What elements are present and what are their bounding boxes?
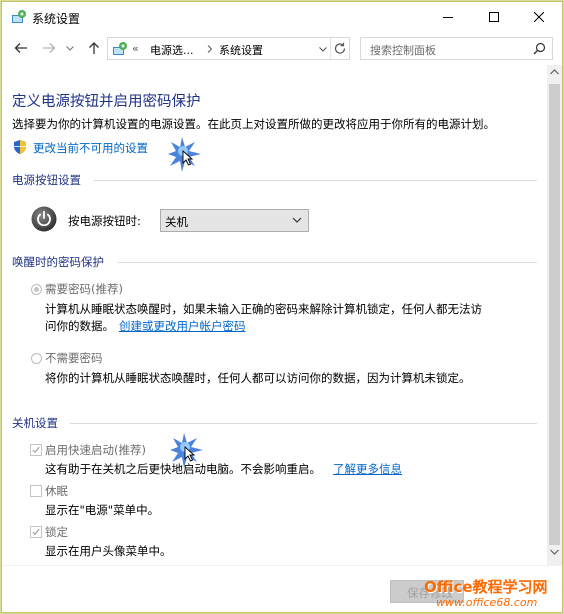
- cursor-highlight-icon: [170, 433, 203, 468]
- settings-content: 定义电源按钮并启用密码保护 选择要为你的计算机设置的电源设置。在此页上对设置所做…: [2, 65, 546, 565]
- change-unavailable-settings-link[interactable]: 更改当前不可用的设置: [33, 140, 148, 156]
- uac-shield-icon: [14, 140, 26, 154]
- require-password-label[interactable]: 需要密码(推荐): [45, 281, 123, 297]
- lock-label[interactable]: 锁定: [45, 524, 68, 540]
- no-password-description: 将你的计算机从睡眠状态唤醒时，任何人都可以访问你的数据，因为计算机未锁定。: [45, 371, 471, 385]
- chevron-down-icon: [292, 217, 302, 223]
- scroll-down-icon[interactable]: [550, 549, 559, 555]
- fast-startup-checkbox[interactable]: [30, 444, 42, 456]
- shutdown-settings-heading: 关机设置: [12, 416, 58, 430]
- maximize-button[interactable]: [471, 2, 517, 32]
- create-change-password-link[interactable]: 创建或更改用户帐户密码: [119, 318, 246, 334]
- section-divider: [70, 423, 537, 424]
- search-box[interactable]: 搜索控制面板: [360, 37, 553, 60]
- chevron-down-icon: [66, 46, 74, 51]
- breadcrumb-power-options[interactable]: 电源选...: [150, 42, 194, 58]
- watermark-logo: Office教程学习网: [424, 578, 548, 596]
- lock-checkbox[interactable]: [30, 526, 42, 538]
- chevron-down-icon: [319, 47, 327, 52]
- minimize-icon: [443, 17, 453, 18]
- no-password-label[interactable]: 不需要密码: [45, 350, 103, 366]
- minimize-button[interactable]: [425, 2, 471, 32]
- back-arrow-icon: [14, 43, 27, 53]
- section-divider: [118, 262, 537, 263]
- up-button[interactable]: [86, 40, 102, 56]
- hibernate-description: 显示在"电源"菜单中。: [45, 503, 160, 517]
- cursor-highlight-icon: [168, 137, 201, 172]
- search-icon[interactable]: [533, 42, 546, 55]
- power-button-icon: [31, 206, 57, 232]
- forward-arrow-icon: [43, 43, 56, 53]
- power-button-action-value: 关机: [165, 215, 188, 229]
- address-box[interactable]: « 电源选... 系统设置: [107, 37, 350, 60]
- checkmark-icon: [32, 446, 40, 454]
- page-title: 定义电源按钮并启用密码保护: [12, 94, 201, 110]
- fast-startup-label[interactable]: 启用快速启动(推荐): [45, 442, 146, 458]
- power-button-action-select[interactable]: 关机: [160, 209, 309, 232]
- checkmark-icon: [32, 528, 40, 536]
- lock-description: 显示在用户头像菜单中。: [45, 544, 172, 558]
- forward-button[interactable]: [41, 40, 57, 56]
- watermark-url: www.office68.com: [436, 596, 538, 609]
- close-icon: [534, 12, 544, 22]
- search-input[interactable]: 搜索控制面板: [370, 42, 436, 58]
- back-button[interactable]: [13, 40, 29, 56]
- breadcrumb-system-settings[interactable]: 系统设置: [219, 42, 263, 58]
- breadcrumb-separator-icon: [207, 45, 213, 53]
- recent-locations-button[interactable]: [65, 40, 75, 56]
- scroll-up-icon[interactable]: [550, 69, 559, 75]
- window-title: 系统设置: [32, 12, 81, 26]
- section-divider: [94, 180, 537, 181]
- require-password-radio[interactable]: [31, 284, 42, 295]
- refresh-button[interactable]: [330, 38, 350, 59]
- maximize-icon: [489, 12, 499, 22]
- navigation-bar: « 电源选... 系统设置 搜索控制面板: [2, 33, 562, 65]
- hibernate-label[interactable]: 休眠: [45, 483, 68, 499]
- refresh-icon: [334, 42, 346, 54]
- scrollbar-thumb[interactable]: [549, 84, 560, 545]
- control-panel-icon: [12, 10, 26, 23]
- learn-more-link[interactable]: 了解更多信息: [333, 461, 402, 477]
- power-buttons-heading: 电源按钮设置: [12, 173, 81, 187]
- wake-password-heading: 唤醒时的密码保护: [12, 255, 104, 269]
- control-panel-icon: [113, 42, 127, 55]
- require-password-description-cont: 问你的数据。: [45, 319, 114, 333]
- control-panel-window: 系统设置 « 电源选... 系统设置 搜索控制面板 定义电源按钮并启用密码保护 …: [1, 1, 563, 613]
- vertical-scrollbar[interactable]: [547, 65, 562, 565]
- breadcrumb-overflow[interactable]: «: [132, 42, 139, 55]
- no-password-radio[interactable]: [31, 353, 42, 364]
- require-password-description: 计算机从睡眠状态唤醒时，如果未输入正确的密码来解除计算机锁定，任何人都无法访: [45, 302, 482, 316]
- close-button[interactable]: [516, 2, 562, 32]
- hibernate-checkbox[interactable]: [30, 485, 42, 497]
- power-button-label: 按电源按钮时:: [68, 214, 141, 228]
- command-bar: 保存修改 Office教程学习网 www.office68.com: [2, 565, 562, 612]
- page-description: 选择要为你的计算机设置的电源设置。在此页上对设置所做的更改将应用于你所有的电源计…: [12, 117, 495, 131]
- up-arrow-icon: [89, 42, 99, 54]
- title-bar: 系统设置: [2, 2, 562, 33]
- address-dropdown-button[interactable]: [316, 40, 330, 58]
